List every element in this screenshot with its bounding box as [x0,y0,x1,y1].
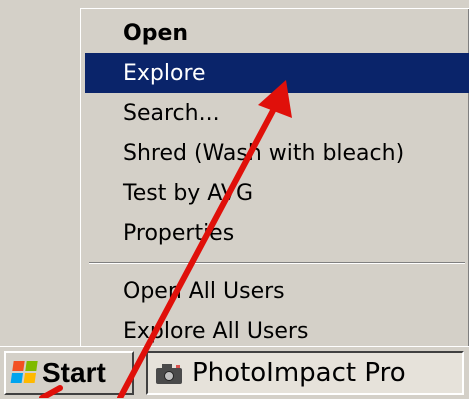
menu-item-search[interactable]: Search... [85,93,469,133]
start-button[interactable]: Start [4,351,134,395]
menu-item-open[interactable]: Open [85,13,469,53]
menu-item-shred[interactable]: Shred (Wash with bleach) [85,133,469,173]
start-label: Start [42,357,106,388]
taskbar-button-label: PhotoImpact Pro [192,358,406,388]
menu-item-open-all-users[interactable]: Open All Users [85,271,469,311]
start-context-menu: Open Explore Search... Shred (Wash with … [80,8,469,354]
menu-item-test-by-avg[interactable]: Test by AVG [85,173,469,213]
camera-icon [156,362,182,384]
menu-separator [89,262,465,264]
menu-item-explore[interactable]: Explore [85,53,469,93]
windows-logo-icon [10,361,39,385]
taskbar: Start PhotoImpact Pro [0,346,469,399]
menu-item-properties[interactable]: Properties [85,213,469,253]
menu-item-explore-all-users[interactable]: Explore All Users [85,311,469,351]
taskbar-button-photoimpact[interactable]: PhotoImpact Pro [146,351,464,395]
